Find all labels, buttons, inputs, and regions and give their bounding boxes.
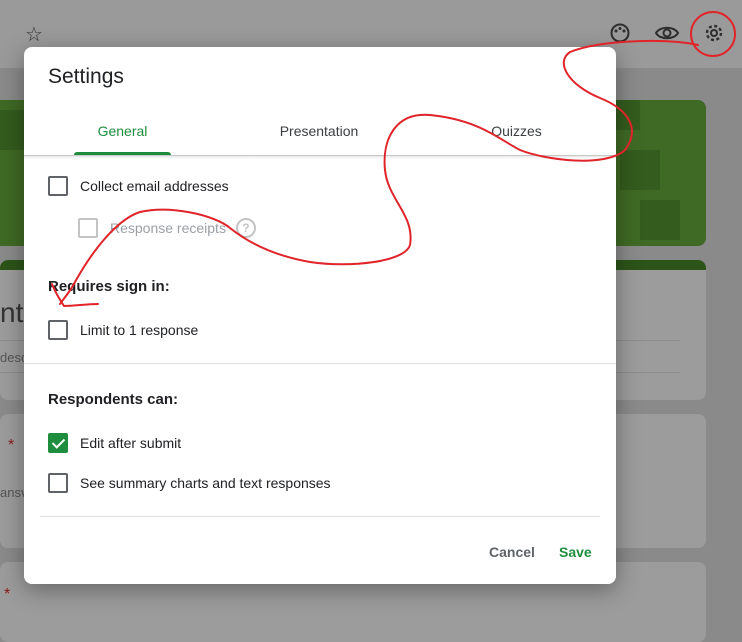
collect-email-label: Collect email addresses [80,178,229,194]
see-summary-row[interactable]: See summary charts and text responses [48,471,331,495]
footer-divider [40,516,600,517]
section-divider [24,363,616,364]
collect-email-checkbox[interactable] [48,176,68,196]
gear-icon[interactable] [702,21,726,45]
dialog-title: Settings [48,65,124,88]
tab-general[interactable]: General [74,109,171,155]
save-button[interactable]: Save [551,540,600,564]
cancel-button[interactable]: Cancel [481,540,543,564]
settings-dialog: Settings General Presentation Quizzes Co… [24,47,616,584]
requires-sign-in-heading: Requires sign in: [48,278,170,295]
see-summary-label: See summary charts and text responses [80,475,331,491]
help-icon[interactable]: ? [235,218,256,238]
response-receipts-row: Response receipts ? [78,216,256,240]
required-mark: * [4,586,11,603]
tabs-shadow [24,155,616,159]
respondents-can-heading: Respondents can: [48,391,179,408]
edit-after-submit-label: Edit after submit [80,435,182,451]
settings-tabs: General Presentation Quizzes [24,109,616,156]
required-mark: * [8,437,15,454]
limit-one-response-checkbox[interactable] [48,320,68,340]
limit-one-row[interactable]: Limit to 1 response [48,318,198,342]
tab-presentation[interactable]: Presentation [264,109,374,155]
tab-quizzes[interactable]: Quizzes [474,109,559,155]
response-receipts-checkbox [78,218,98,238]
response-receipts-label: Response receipts [110,220,226,236]
star-icon[interactable]: ☆ [25,22,43,47]
edit-after-submit-checkbox[interactable] [48,433,68,453]
collect-email-row[interactable]: Collect email addresses [48,174,229,198]
form-title-fragment: nt [0,297,24,328]
palette-icon[interactable] [609,22,631,44]
limit-one-response-label: Limit to 1 response [80,322,199,338]
eye-icon[interactable] [655,24,679,42]
see-summary-checkbox[interactable] [48,473,68,493]
edit-after-submit-row[interactable]: Edit after submit [48,431,181,455]
